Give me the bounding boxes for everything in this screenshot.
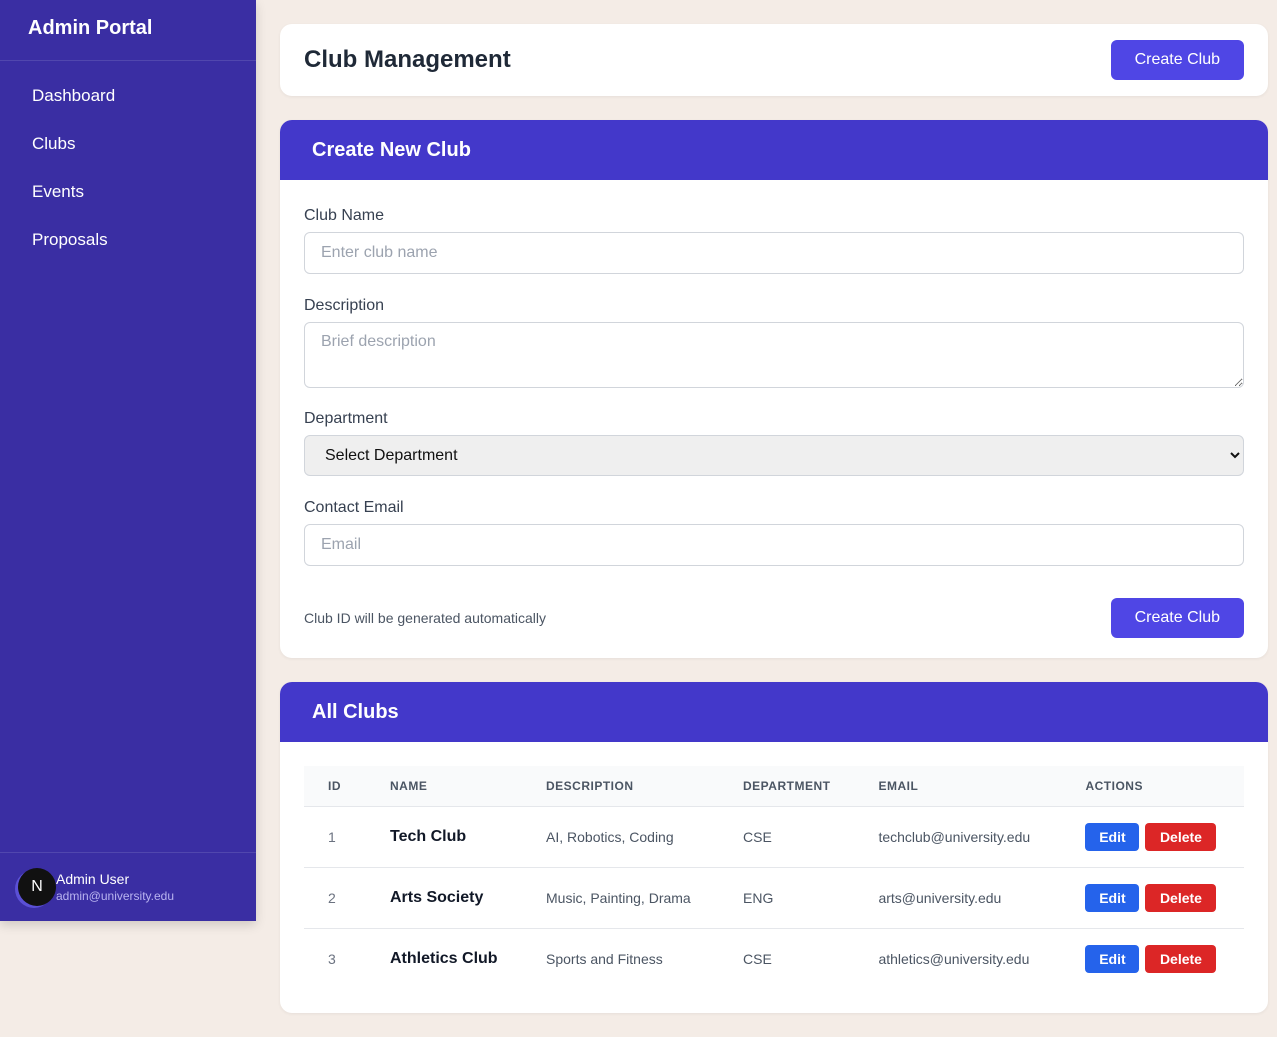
table-row: 1 Tech Club AI, Robotics, Coding CSE tec… [304, 805, 1244, 867]
sidebar-item-proposals[interactable]: Proposals [0, 215, 256, 263]
club-id-hint: Club ID will be generated automatically [304, 610, 547, 626]
table-row: 3 Athletics Club Sports and Fitness CSE … [304, 927, 1244, 989]
column-header-id: ID [328, 778, 341, 793]
column-header-name: NAME [390, 778, 428, 793]
create-club-header-button[interactable]: Create Club [1110, 40, 1244, 80]
table-header-row: ID NAME DESCRIPTION DEPARTMENT EMAIL ACT… [304, 766, 1244, 806]
description-label: Description [304, 297, 385, 314]
cell-description: Sports and Fitness [522, 927, 719, 989]
department-select[interactable]: Select Department [304, 435, 1244, 476]
contact-email-input[interactable] [304, 524, 1244, 566]
sidebar: Admin Portal Dashboard Clubs Events Prop… [0, 0, 256, 921]
sidebar-item-events[interactable]: Events [0, 167, 256, 215]
clubs-table: ID NAME DESCRIPTION DEPARTMENT EMAIL ACT… [304, 766, 1244, 989]
page-header: Club Management Create Club [280, 24, 1268, 96]
edit-button[interactable]: Edit [1085, 883, 1140, 912]
user-email: admin@university.edu [56, 889, 175, 903]
sidebar-item-clubs[interactable]: Clubs [0, 119, 256, 167]
all-clubs-title: All Clubs [280, 682, 1268, 742]
column-header-department: DEPARTMENT [743, 778, 831, 793]
page-title: Club Management [304, 46, 511, 73]
cell-email: techclub@university.edu [854, 805, 1062, 867]
user-profile[interactable]: N Admin User admin@university.edu [0, 852, 256, 921]
description-textarea[interactable] [304, 322, 1244, 388]
user-info: Admin User admin@university.edu [56, 870, 174, 904]
avatar: N [18, 868, 56, 906]
brand-title: Admin Portal [28, 17, 153, 39]
cell-actions: Edit Delete [1061, 927, 1244, 989]
cell-department: CSE [719, 805, 855, 867]
cell-actions: Edit Delete [1061, 866, 1244, 928]
column-header-actions: ACTIONS [1085, 778, 1143, 793]
club-name-input[interactable] [304, 232, 1244, 274]
cell-department: ENG [719, 866, 855, 928]
edit-button[interactable]: Edit [1085, 944, 1140, 973]
club-name-label: Club Name [304, 207, 385, 224]
create-club-submit-button[interactable]: Create Club [1110, 598, 1244, 638]
cell-email: arts@university.edu [854, 866, 1062, 928]
cell-actions: Edit Delete [1061, 805, 1244, 867]
cell-description: Music, Painting, Drama [522, 866, 719, 928]
user-name: Admin User [56, 871, 130, 887]
cell-department: CSE [719, 927, 855, 989]
cell-id: 2 [304, 866, 366, 928]
cell-email: athletics@university.edu [854, 927, 1062, 989]
create-club-form: Create New Club Club Name Description De… [280, 120, 1268, 658]
sidebar-nav: Dashboard Clubs Events Proposals [0, 61, 256, 263]
cell-name: Tech Club [366, 805, 522, 867]
delete-button[interactable]: Delete [1145, 883, 1217, 912]
department-label: Department [304, 410, 388, 427]
delete-button[interactable]: Delete [1145, 944, 1217, 973]
cell-id: 1 [304, 805, 366, 867]
delete-button[interactable]: Delete [1145, 822, 1217, 851]
cell-description: AI, Robotics, Coding [522, 805, 719, 867]
cell-id: 3 [304, 927, 366, 989]
column-header-description: DESCRIPTION [546, 778, 634, 793]
form-title: Create New Club [280, 120, 1268, 180]
column-header-email: EMAIL [878, 778, 919, 793]
sidebar-header: Admin Portal [0, 0, 256, 61]
sidebar-item-dashboard[interactable]: Dashboard [0, 71, 256, 119]
contact-email-label: Contact Email [304, 499, 404, 516]
cell-name: Athletics Club [366, 927, 522, 989]
table-row: 2 Arts Society Music, Painting, Drama EN… [304, 866, 1244, 928]
cell-name: Arts Society [366, 866, 522, 928]
edit-button[interactable]: Edit [1085, 822, 1140, 851]
all-clubs-panel: All Clubs ID NAME DESCRIPTION DEPARTMENT… [280, 682, 1268, 1013]
